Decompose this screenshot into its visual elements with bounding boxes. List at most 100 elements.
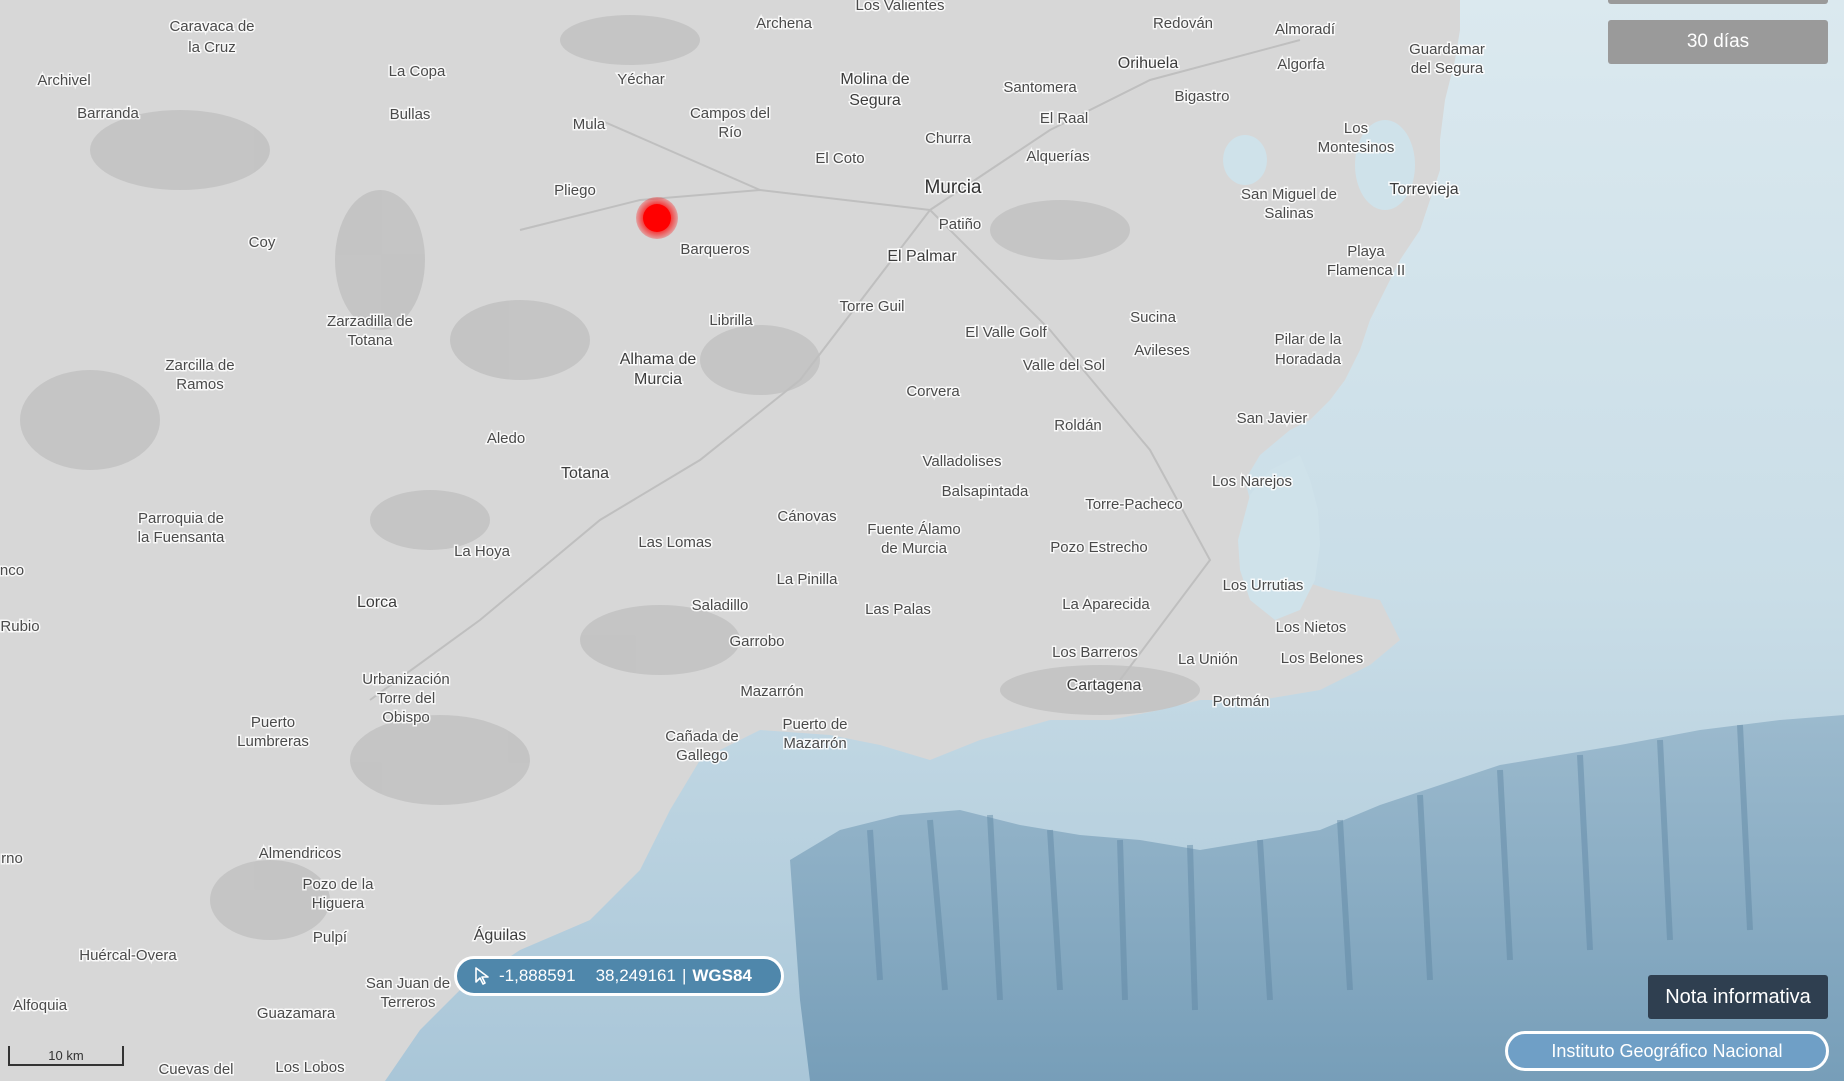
- place-label: Puerto: [251, 714, 295, 731]
- place-label: Barqueros: [680, 241, 749, 258]
- place-label: Patiño: [939, 216, 982, 233]
- place-label: Guardamar: [1409, 41, 1485, 58]
- place-label: Alfoquia: [13, 997, 68, 1014]
- place-label: Los Narejos: [1212, 473, 1292, 490]
- place-label: Cañada de: [665, 728, 738, 745]
- place-label: la Fuensanta: [138, 529, 225, 546]
- place-label: Pozo de la: [303, 876, 375, 893]
- place-label: La Unión: [1178, 651, 1238, 668]
- place-label: Algorfa: [1277, 56, 1325, 73]
- place-label: Orihuela: [1118, 55, 1179, 72]
- place-label: Higuera: [312, 895, 365, 912]
- place-label: Guazamara: [257, 1005, 336, 1022]
- place-label: El Coto: [815, 150, 864, 167]
- place-label: Lumbreras: [237, 733, 309, 750]
- place-label: Valladolises: [923, 453, 1002, 470]
- period-button-collapsed[interactable]: [1608, 0, 1828, 4]
- place-label: Cánovas: [777, 508, 836, 525]
- place-label: Sucina: [1130, 309, 1177, 326]
- place-label: Caravaca de: [169, 18, 254, 35]
- place-label: Las Lomas: [638, 534, 711, 551]
- place-label: La Hoya: [454, 543, 511, 560]
- place-label: Almoradí: [1275, 21, 1336, 38]
- place-label: Cartagena: [1067, 677, 1142, 694]
- place-label: Murcia: [634, 371, 682, 388]
- place-label: Torre-Pacheco: [1085, 496, 1183, 513]
- place-label: Torre del: [377, 690, 435, 707]
- place-label: Obispo: [382, 709, 430, 726]
- place-label: Los Urrutias: [1223, 577, 1304, 594]
- place-label: Archivel: [37, 72, 90, 89]
- place-label: Montesinos: [1318, 139, 1395, 156]
- place-label: Barranda: [77, 105, 139, 122]
- place-label: Flamenca II: [1327, 262, 1405, 279]
- place-label: La Copa: [389, 63, 446, 80]
- place-label: Murcia: [924, 177, 981, 198]
- place-label: Los Barreros: [1052, 644, 1138, 661]
- salt-lake-la-mata: [1223, 135, 1267, 185]
- place-label: Los: [1344, 120, 1368, 137]
- place-label: Coy: [249, 234, 276, 251]
- place-label: Mazarrón: [740, 683, 803, 700]
- place-label: Zarzadilla de: [327, 313, 413, 330]
- place-label: Segura: [849, 92, 901, 109]
- scale-bar-label: 10 km: [48, 1048, 84, 1063]
- place-label: Pliego: [554, 182, 596, 199]
- place-label: Torrevieja: [1389, 181, 1458, 198]
- place-label: San Javier: [1237, 410, 1308, 427]
- place-label: rno: [1, 850, 23, 867]
- earthquake-epicenter-dot[interactable]: [636, 197, 678, 239]
- map-canvas[interactable]: Caravaca de la Cruz Archivel Barranda La…: [0, 0, 1844, 1081]
- place-label: Los Lobos: [275, 1059, 344, 1076]
- place-label: Corvera: [906, 383, 960, 400]
- place-label: Urbanización: [362, 671, 450, 688]
- place-label: Balsapintada: [942, 483, 1029, 500]
- place-label: Avileses: [1134, 342, 1190, 359]
- place-label: Bigastro: [1174, 88, 1229, 105]
- place-label: Ramos: [176, 376, 224, 393]
- place-label: Pulpí: [313, 929, 348, 946]
- place-label: Parroquia de: [138, 510, 224, 527]
- scale-bar: 10 km: [8, 1046, 124, 1066]
- ign-link[interactable]: Instituto Geográfico Nacional: [1505, 1031, 1829, 1071]
- place-label: El Valle Golf: [965, 324, 1047, 341]
- place-label: la Cruz: [188, 39, 236, 56]
- place-label: Almendricos: [259, 845, 342, 862]
- place-label: Pozo Estrecho: [1050, 539, 1148, 556]
- place-label: El Palmar: [887, 248, 957, 265]
- place-label: Aledo: [487, 430, 525, 447]
- place-label: Bullas: [390, 106, 431, 123]
- place-label: Fuente Álamo: [867, 521, 960, 538]
- place-label: Terreros: [380, 994, 435, 1011]
- place-label: Roldán: [1054, 417, 1102, 434]
- coordinates-readout: -1,888591 38,249161 | WGS84: [454, 956, 784, 996]
- place-label: La Aparecida: [1062, 596, 1150, 613]
- place-label: Redován: [1153, 15, 1213, 32]
- longitude-value: -1,888591: [499, 966, 576, 985]
- place-label: Librilla: [709, 312, 753, 329]
- place-label: Archena: [756, 15, 813, 32]
- place-label: Santomera: [1003, 79, 1077, 96]
- place-label: Alhama de: [620, 351, 697, 368]
- place-label: Las Palas: [865, 601, 931, 618]
- place-label: Campos del: [690, 105, 770, 122]
- period-30-days-button[interactable]: 30 días: [1608, 20, 1828, 64]
- datum-label: WGS84: [692, 966, 752, 985]
- place-label: Valle del Sol: [1023, 357, 1105, 374]
- place-label: Mula: [573, 116, 606, 133]
- place-label: Torre Guil: [839, 298, 904, 315]
- place-label: Alquerías: [1026, 148, 1089, 165]
- place-label: Lorca: [357, 594, 397, 611]
- place-label: Salinas: [1264, 205, 1313, 222]
- place-label: Los Belones: [1281, 650, 1364, 667]
- place-label: nco: [0, 562, 24, 579]
- place-label: Rubio: [0, 618, 39, 635]
- place-label: Gallego: [676, 747, 728, 764]
- place-label: Huércal-Overa: [79, 947, 177, 964]
- place-label: Río: [718, 124, 741, 141]
- cursor-arrow-icon: [475, 967, 489, 985]
- place-label: Totana: [561, 465, 609, 482]
- nota-informativa-button[interactable]: Nota informativa: [1648, 975, 1828, 1019]
- place-label: Puerto de: [782, 716, 847, 733]
- place-label: Zarcilla de: [165, 357, 234, 374]
